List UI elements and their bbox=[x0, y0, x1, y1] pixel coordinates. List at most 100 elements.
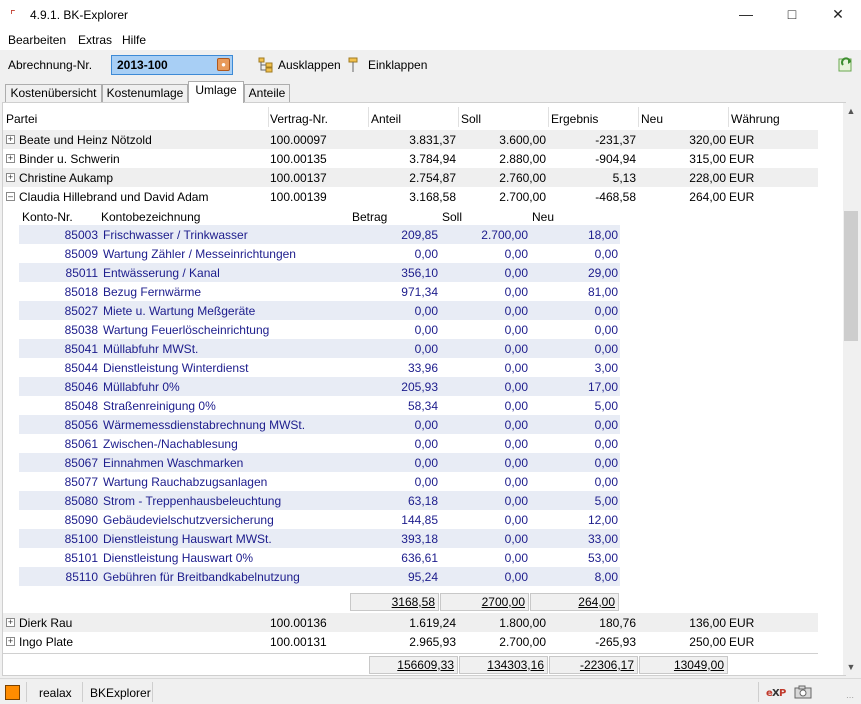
expand-tree-icon[interactable] bbox=[258, 57, 274, 73]
tab-anteile[interactable]: Anteile bbox=[244, 84, 290, 103]
detail-cell-konto: 85044 bbox=[64, 361, 98, 375]
ausklappen-button[interactable]: Ausklappen bbox=[278, 58, 341, 72]
menu-hilfe[interactable]: Hilfe bbox=[122, 33, 146, 47]
vertical-scrollbar[interactable]: ▲ ▼ bbox=[843, 103, 859, 675]
abrechnung-input[interactable]: 2013-100 bbox=[111, 55, 233, 75]
expand-icon[interactable]: + bbox=[6, 618, 15, 627]
menu-bearbeiten[interactable]: Bearbeiten bbox=[8, 33, 66, 47]
detail-cell-betrag: 356,10 bbox=[401, 266, 438, 280]
tab-umlage[interactable]: Umlage bbox=[188, 81, 244, 103]
detail-row[interactable]: 85044 Dienstleistung Winterdienst 33,96 0,0… bbox=[19, 358, 620, 377]
totals-row: 156609,33 134303,16 -22306,17 13049,00 bbox=[3, 653, 818, 675]
detail-cell-soll: 0,00 bbox=[504, 513, 528, 527]
table-row-expanded[interactable]: – Claudia Hillebrand und David Adam 100.… bbox=[3, 187, 818, 206]
maximize-button[interactable]: □ bbox=[769, 0, 815, 30]
detail-cell-neu: 12,00 bbox=[587, 513, 618, 527]
detail-cell-betrag: 0,00 bbox=[414, 475, 438, 489]
col-header-anteil[interactable]: Anteil bbox=[371, 112, 401, 126]
cell-soll: 3.600,00 bbox=[499, 133, 546, 147]
detail-row[interactable]: 85067 Einnahmen Waschmarken 0,00 0,00 0,00 bbox=[19, 453, 620, 472]
detail-row[interactable]: 85101 Dienstleistung Hauswart 0% 636,61 0,0… bbox=[19, 548, 620, 567]
detail-row[interactable]: 85077 Wartung Rauchabzugsanlagen 0,00 0,00 0… bbox=[19, 472, 620, 491]
scrollbar-thumb[interactable] bbox=[844, 211, 858, 341]
detail-header-neu[interactable]: Neu bbox=[532, 210, 554, 224]
col-header-soll[interactable]: Soll bbox=[461, 112, 481, 126]
detail-cell-bezeichnung: Miete u. Wartung Meßgeräte bbox=[103, 304, 256, 318]
expand-icon[interactable]: + bbox=[6, 154, 15, 163]
scroll-down-icon[interactable]: ▼ bbox=[843, 659, 859, 675]
minimize-button[interactable]: — bbox=[723, 0, 769, 30]
detail-row[interactable]: 85011 Entwässerung / Kanal 356,10 0,00 29,00 bbox=[19, 263, 620, 282]
refresh-icon[interactable] bbox=[838, 56, 854, 72]
detail-cell-neu: 0,00 bbox=[594, 323, 618, 337]
tab-kostenuebersicht[interactable]: Kostenübersicht bbox=[5, 84, 102, 103]
table-row[interactable]: + Christine Aukamp 100.00137 2.754,87 2.… bbox=[3, 168, 818, 187]
detail-row[interactable]: 85003 Frischwasser / Trinkwasser 209,85 2.7… bbox=[19, 225, 620, 244]
status-app: BKExplorer bbox=[90, 686, 151, 700]
cell-neu: 264,00 bbox=[689, 190, 726, 204]
detail-cell-betrag: 0,00 bbox=[414, 418, 438, 432]
cell-waehrung: EUR bbox=[729, 616, 755, 630]
detail-cell-neu: 3,00 bbox=[594, 361, 618, 375]
detail-row[interactable]: 85041 Müllabfuhr MWSt. 0,00 0,00 0,00 bbox=[19, 339, 620, 358]
col-header-neu[interactable]: Neu bbox=[641, 112, 663, 126]
table-row[interactable]: + Beate und Heinz Nötzold 100.00097 3.83… bbox=[3, 130, 818, 149]
close-button[interactable]: ✕ bbox=[815, 0, 861, 30]
detail-cell-bezeichnung: Müllabfuhr MWSt. bbox=[103, 342, 199, 356]
detail-cell-neu: 0,00 bbox=[594, 342, 618, 356]
detail-row[interactable]: 85046 Müllabfuhr 0% 205,93 0,00 17,00 bbox=[19, 377, 620, 396]
camera-icon[interactable] bbox=[794, 684, 812, 700]
col-header-waehrung[interactable]: Währung bbox=[731, 112, 780, 126]
detail-cell-neu: 0,00 bbox=[594, 247, 618, 261]
detail-header-soll[interactable]: Soll bbox=[442, 210, 462, 224]
total-anteil: 156609,33 bbox=[369, 656, 458, 674]
detail-cell-konto: 85077 bbox=[64, 475, 98, 489]
menu-extras[interactable]: Extras bbox=[78, 33, 112, 47]
detail-row[interactable]: 85009 Wartung Zähler / Messeinrichtungen 0… bbox=[19, 244, 620, 263]
toolbar: Abrechnung-Nr. 2013-100 ● Ausklappen Ein… bbox=[0, 50, 861, 80]
cell-waehrung: EUR bbox=[729, 133, 755, 147]
detail-row[interactable]: 85090 Gebäudevielschutzversicherung 144,85… bbox=[19, 510, 620, 529]
cell-partei: Ingo Plate bbox=[19, 635, 74, 649]
expand-icon[interactable]: + bbox=[6, 173, 15, 182]
svg-text:P: P bbox=[779, 688, 786, 699]
detail-row[interactable]: 85038 Wartung Feuerlöscheinrichtung 0,00 0,… bbox=[19, 320, 620, 339]
col-header-vertrag[interactable]: Vertrag-Nr. bbox=[270, 112, 328, 126]
detail-row[interactable]: 85056 Wärmemessdienstabrechnung MWSt. 0,00… bbox=[19, 415, 620, 434]
detail-cell-konto: 85038 bbox=[64, 323, 98, 337]
collapse-tree-icon[interactable] bbox=[346, 57, 362, 73]
cell-anteil: 3.831,37 bbox=[409, 133, 456, 147]
detail-row[interactable]: 85048 Straßenreinigung 0% 58,34 0,00 5,00 bbox=[19, 396, 620, 415]
einklappen-button[interactable]: Einklappen bbox=[368, 58, 427, 72]
col-header-partei[interactable]: Partei bbox=[6, 112, 37, 126]
cell-ergebnis: 5,13 bbox=[612, 171, 636, 185]
tab-kostenumlage[interactable]: Kostenumlage bbox=[102, 84, 188, 103]
detail-row[interactable]: 85080 Strom - Treppenhausbeleuchtung 63,18… bbox=[19, 491, 620, 510]
detail-cell-betrag: 0,00 bbox=[414, 342, 438, 356]
detail-header-bezeichnung[interactable]: Kontobezeichnung bbox=[101, 210, 200, 224]
table-row[interactable]: + Dierk Rau 100.00136 1.619,24 1.800,00 … bbox=[3, 613, 818, 632]
expand-icon[interactable]: + bbox=[6, 135, 15, 144]
detail-row[interactable]: 85110 Gebühren für Breitbandkabelnutzung 9… bbox=[19, 567, 620, 586]
abrechnung-picker-button[interactable]: ● bbox=[217, 58, 230, 71]
detail-row[interactable]: 85100 Dienstleistung Hauswart MWSt. 393,18… bbox=[19, 529, 620, 548]
detail-row[interactable]: 85061 Zwischen-/Nachablesung 0,00 0,00 0,00 bbox=[19, 434, 620, 453]
resize-grip-icon[interactable]: ⋯ bbox=[846, 693, 854, 702]
detail-header-betrag[interactable]: Betrag bbox=[352, 210, 387, 224]
col-header-ergebnis[interactable]: Ergebnis bbox=[551, 112, 598, 126]
expand-icon[interactable]: + bbox=[6, 637, 15, 646]
detail-row[interactable]: 85027 Miete u. Wartung Meßgeräte 0,00 0,00 0… bbox=[19, 301, 620, 320]
cell-waehrung: EUR bbox=[729, 190, 755, 204]
export-icon[interactable]: e X P bbox=[766, 685, 786, 699]
table-row[interactable]: + Ingo Plate 100.00131 2.965,93 2.700,00… bbox=[3, 632, 818, 651]
scroll-up-icon[interactable]: ▲ bbox=[843, 103, 859, 119]
table-row[interactable]: + Binder u. Schwerin 100.00135 3.784,94 … bbox=[3, 149, 818, 168]
detail-row[interactable]: 85018 Bezug Fernwärme 971,34 0,00 81,00 bbox=[19, 282, 620, 301]
detail-cell-soll: 0,00 bbox=[504, 323, 528, 337]
detail-cell-konto: 85090 bbox=[64, 513, 98, 527]
detail-cell-neu: 5,00 bbox=[594, 399, 618, 413]
detail-header-konto[interactable]: Konto-Nr. bbox=[22, 210, 73, 224]
collapse-icon[interactable]: – bbox=[6, 192, 15, 201]
detail-cell-bezeichnung: Müllabfuhr 0% bbox=[103, 380, 180, 394]
cell-neu: 315,00 bbox=[689, 152, 726, 166]
